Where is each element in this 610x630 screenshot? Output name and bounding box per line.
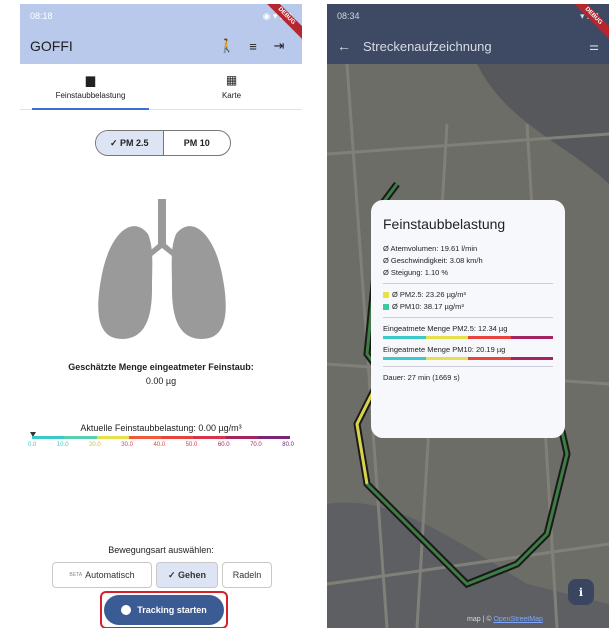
app-title: GOFFI <box>30 38 73 54</box>
osm-link[interactable]: OpenStreetMap <box>493 616 542 623</box>
status-time: 08:18 <box>30 11 53 21</box>
estimated-label: Geschätzte Menge eingeatmeter Feinstaub: <box>68 362 254 372</box>
right-screen: 08:34 ▾ ▴ ▮ DEBUG ← Streckenaufzeichnung… <box>327 4 609 628</box>
left-screen: 08:18 ◉ ▾ ▴ ▮ DEBUG GOFFI 🚶 ≡ ⇥ ▆ Feinst… <box>20 4 302 628</box>
tick: 20.0 <box>89 442 101 448</box>
status-time: 08:34 <box>337 11 360 21</box>
tick: 10.0 <box>56 442 69 448</box>
pm25-average: Ø PM2.5: 23.26 µg/m³ <box>383 290 553 299</box>
map-icon: ▦ <box>225 73 238 87</box>
card-line: Ø Geschwindigkeit: 3.08 km/h <box>383 256 483 265</box>
pm10-average: Ø PM10: 38.17 µg/m³ <box>383 302 553 311</box>
debug-banner: DEBUG <box>262 4 302 44</box>
estimated-value: 0.00 µg <box>145 376 177 386</box>
check-icon: ✓ <box>167 569 179 580</box>
lungs-icon <box>98 199 226 339</box>
page-title: Streckenaufzeichnung <box>363 38 492 54</box>
tick: 0.0 <box>28 442 37 448</box>
check-icon: ✓ <box>109 137 121 148</box>
tick: 80.0 <box>282 442 294 448</box>
card-title: Feinstaubbelastung <box>383 216 506 232</box>
movement-selector: BETA Automatisch ✓ Gehen Radeln <box>52 562 276 588</box>
tick: 50.0 <box>185 442 198 448</box>
pollution-scale <box>32 436 290 439</box>
duration: Dauer: 27 min (1669 s) <box>383 373 460 382</box>
mode-walk-button[interactable]: ✓ Gehen <box>156 562 218 588</box>
mode-auto-button[interactable]: BETA Automatisch <box>52 562 152 588</box>
pm10-button[interactable]: PM 10 <box>164 131 231 155</box>
info-button[interactable]: ℹ <box>568 579 594 605</box>
back-arrow-icon[interactable]: ← <box>337 38 363 54</box>
scale-ticks: 0.0 10.0 20.0 30.0 40.0 50.0 60.0 70.0 8… <box>28 442 294 448</box>
tick: 40.0 <box>153 442 166 448</box>
chart-icon: ▆ <box>85 73 96 87</box>
inhaled-pm10: Eingeatmete Menge PM10: 20.19 µg <box>383 345 506 354</box>
pm25-button[interactable]: ✓ PM 2.5 <box>96 131 164 155</box>
current-label: Aktuelle Feinstaubbelastung: 0.00 µg/m³ <box>80 423 242 433</box>
debug-banner: DEBUG <box>569 4 609 44</box>
card-line: Ø Steigung: 1.10 % <box>383 268 449 277</box>
tab-bar: ▆ Feinstaubbelastung ▦ Karte <box>20 64 302 110</box>
movement-label: Bewegungsart auswählen: <box>108 545 214 555</box>
map-attribution: map | © OpenStreetMap <box>467 616 543 623</box>
tab-feinstaubbelastung[interactable]: ▆ Feinstaubbelastung <box>20 64 161 110</box>
account-icon <box>121 605 132 615</box>
tick: 60.0 <box>217 442 230 448</box>
status-bar: 08:34 ▾ ▴ ▮ <box>327 4 609 28</box>
mode-bike-button[interactable]: Radeln <box>222 562 272 588</box>
card-line: Ø Atemvolumen: 19.61 l/min <box>383 244 478 253</box>
status-bar: 08:18 ◉ ▾ ▴ ▮ <box>20 4 302 28</box>
inhaled-pm25: Eingeatmete Menge PM2.5: 12.34 µg <box>383 324 508 333</box>
inhaled-pm25-bar <box>383 336 553 339</box>
info-icon: ℹ <box>578 586 584 599</box>
pm-toggle: ✓ PM 2.5 PM 10 <box>95 130 231 156</box>
pollution-summary-card: Feinstaubbelastung Ø Atemvolumen: 19.61 … <box>371 200 565 438</box>
tick: 30.0 <box>121 442 133 448</box>
tracking-start-button[interactable]: Tracking starten <box>104 595 224 625</box>
tick: 70.0 <box>250 442 262 448</box>
app-bar: GOFFI 🚶 ≡ ⇥ <box>20 28 302 64</box>
app-bar: ← Streckenaufzeichnung ⚌ <box>327 28 609 64</box>
person-icon[interactable]: 🚶 <box>214 38 240 54</box>
tab-karte[interactable]: ▦ Karte <box>161 64 302 109</box>
inhaled-pm10-bar <box>383 357 553 360</box>
